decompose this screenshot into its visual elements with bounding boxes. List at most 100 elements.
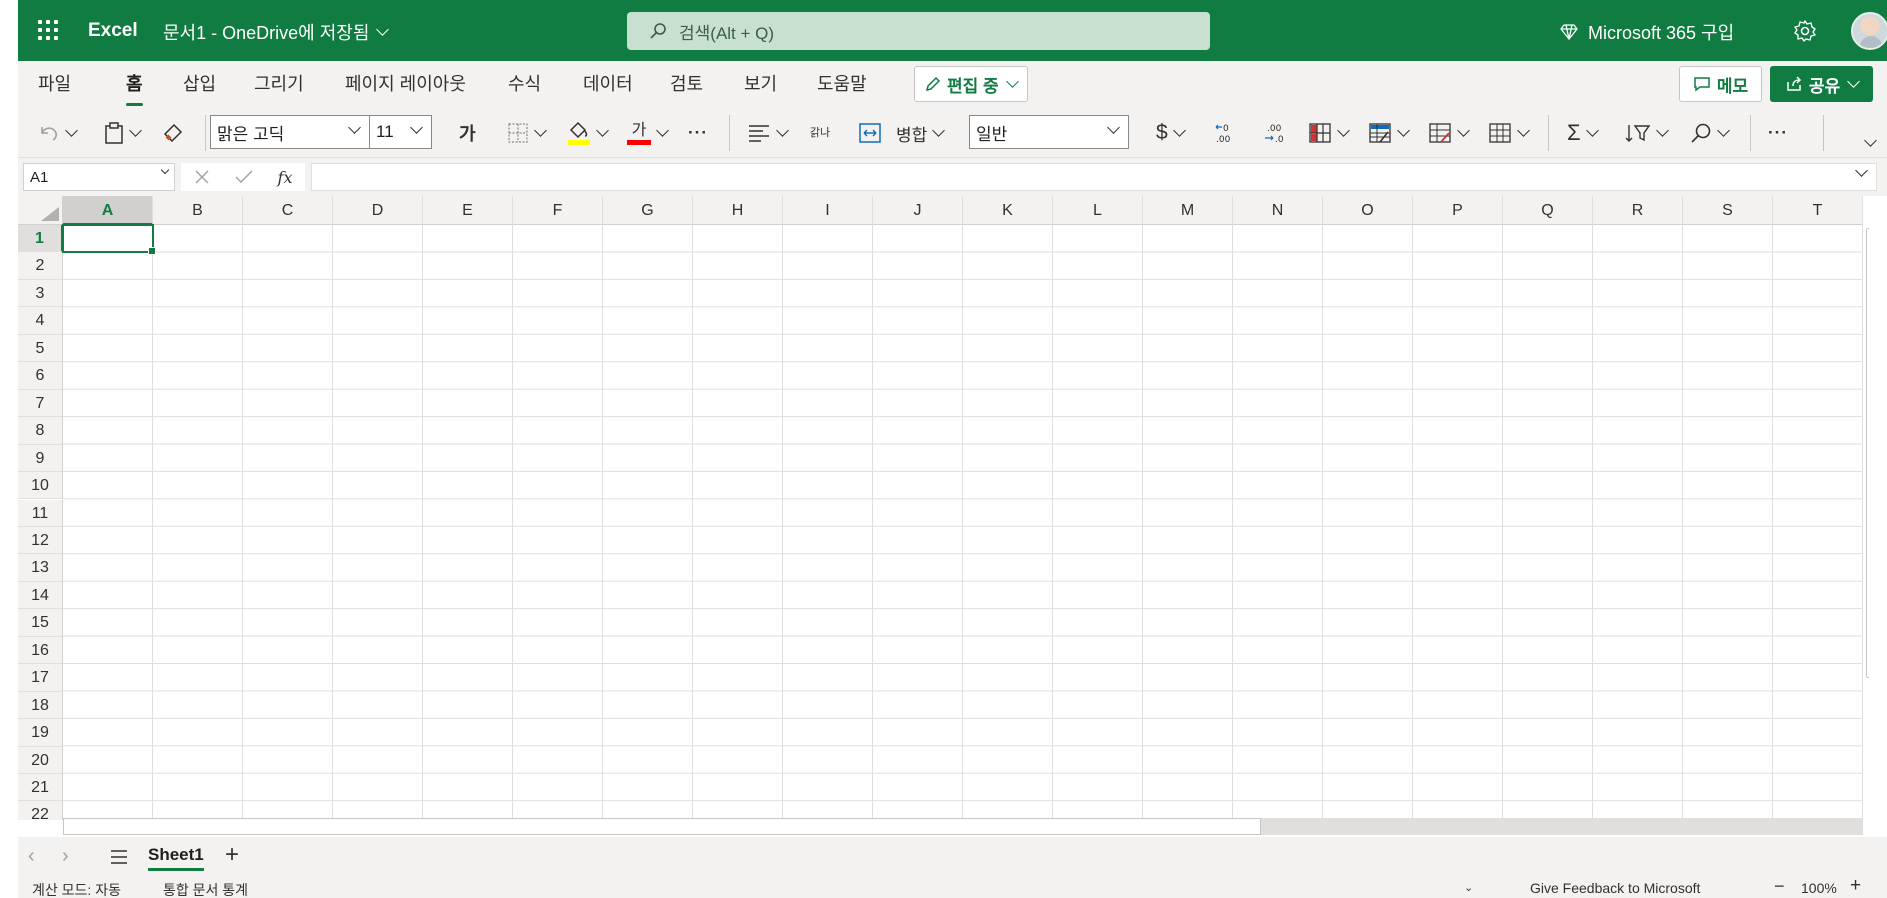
add-sheet-icon[interactable]: + (225, 841, 239, 869)
editing-mode-button[interactable]: 편집 중 (914, 66, 1028, 102)
zoom-level[interactable]: 100% (1801, 880, 1837, 896)
sheet-tab-sheet1[interactable]: Sheet1 (148, 845, 204, 871)
column-header-d[interactable]: D (333, 196, 423, 225)
enter-check-icon[interactable] (235, 169, 253, 185)
row-header-16[interactable]: 16 (18, 636, 63, 665)
undo-button[interactable] (38, 117, 78, 149)
insert-cells-button[interactable] (1488, 117, 1530, 149)
row-header-4[interactable]: 4 (18, 307, 63, 335)
wrap-text-button[interactable]: 갉나 (809, 117, 831, 149)
sort-filter-button[interactable] (1625, 117, 1669, 149)
app-launcher-icon[interactable] (36, 18, 60, 42)
tab-help[interactable]: 도움말 (817, 70, 867, 96)
find-select-button[interactable] (1690, 117, 1730, 149)
microsoft-365-upgrade-link[interactable]: Microsoft 365 구입 (1560, 19, 1734, 45)
row-header-2[interactable]: 2 (18, 252, 63, 280)
share-button[interactable]: 공유 (1770, 66, 1873, 102)
bold-button[interactable]: 가 (459, 117, 476, 149)
format-as-table-button[interactable] (1368, 117, 1410, 149)
column-header-e[interactable]: E (423, 196, 513, 225)
previous-sheet-icon[interactable]: ‹ (28, 845, 35, 868)
cell-area[interactable] (63, 225, 1863, 820)
formula-input[interactable] (311, 163, 1877, 191)
tab-draw[interactable]: 그리기 (254, 70, 304, 96)
row-header-8[interactable]: 8 (18, 417, 63, 445)
number-format-select[interactable]: 일반 (969, 115, 1129, 149)
font-color-button[interactable]: 가 (627, 117, 669, 149)
next-sheet-icon[interactable]: › (62, 845, 69, 868)
tab-data[interactable]: 데이터 (583, 70, 633, 96)
font-size-select[interactable]: 11 (369, 115, 432, 149)
borders-button[interactable] (507, 117, 547, 149)
column-header-j[interactable]: J (873, 196, 963, 225)
paste-button[interactable] (104, 117, 142, 149)
document-title[interactable]: 문서1 - OneDrive에 저장됨 (163, 19, 390, 45)
column-header-l[interactable]: L (1053, 196, 1143, 225)
column-header-g[interactable]: G (603, 196, 693, 225)
row-header-7[interactable]: 7 (18, 389, 63, 418)
chevron-down-icon[interactable]: ⌄ (1464, 881, 1473, 894)
row-header-3[interactable]: 3 (18, 279, 63, 308)
column-header-a[interactable]: A (63, 196, 153, 225)
currency-button[interactable]: $ (1156, 117, 1186, 149)
row-header-20[interactable]: 20 (18, 746, 63, 774)
row-header-1[interactable]: 1 (18, 225, 63, 253)
row-header-5[interactable]: 5 (18, 334, 63, 363)
cancel-icon[interactable] (194, 169, 210, 185)
column-header-b[interactable]: B (153, 196, 243, 225)
horizontal-scrollbar-thumb[interactable] (63, 818, 1261, 835)
cell-styles-button[interactable] (1428, 117, 1470, 149)
expand-ribbon-button[interactable] (1863, 127, 1877, 159)
tab-view[interactable]: 보기 (744, 70, 777, 96)
decrease-decimal-button[interactable]: .00.0 (1263, 117, 1287, 149)
font-name-select[interactable]: 맑은 고딕 (210, 115, 370, 149)
autosum-button[interactable]: Σ (1567, 117, 1599, 149)
row-header-21[interactable]: 21 (18, 774, 63, 802)
tab-insert[interactable]: 삽입 (183, 70, 216, 96)
column-header-q[interactable]: Q (1503, 196, 1593, 225)
row-header-13[interactable]: 13 (18, 554, 63, 582)
row-header-22[interactable]: 22 (18, 801, 63, 820)
vertical-scrollbar-thumb[interactable] (1866, 228, 1869, 678)
tab-review[interactable]: 검토 (670, 70, 703, 96)
column-header-n[interactable]: N (1233, 196, 1323, 225)
more-options-button[interactable]: ··· (1768, 117, 1788, 149)
all-sheets-menu-icon[interactable] (110, 849, 128, 865)
calc-mode-status[interactable]: 계산 모드: 자동 (32, 880, 121, 898)
gear-icon[interactable] (1793, 19, 1817, 43)
search-box[interactable]: 검색(Alt + Q) (627, 12, 1210, 50)
select-all-button[interactable] (18, 196, 63, 225)
column-header-m[interactable]: M (1143, 196, 1233, 225)
row-header-12[interactable]: 12 (18, 526, 63, 555)
row-header-18[interactable]: 18 (18, 691, 63, 720)
comments-button[interactable]: 메모 (1679, 66, 1762, 102)
tab-formulas[interactable]: 수식 (508, 70, 541, 96)
user-avatar[interactable] (1851, 12, 1887, 50)
fill-color-button[interactable] (567, 117, 609, 149)
row-header-10[interactable]: 10 (18, 472, 63, 500)
tab-home[interactable]: 홈 (126, 70, 143, 106)
zoom-in-icon[interactable]: + (1850, 875, 1861, 897)
row-header-14[interactable]: 14 (18, 581, 63, 610)
conditional-formatting-button[interactable] (1308, 117, 1350, 149)
tab-file[interactable]: 파일 (38, 70, 71, 96)
row-header-6[interactable]: 6 (18, 362, 63, 390)
merge-button[interactable]: 병합 (858, 117, 946, 149)
column-header-f[interactable]: F (513, 196, 603, 225)
row-header-19[interactable]: 19 (18, 719, 63, 747)
name-box[interactable]: A1 (23, 163, 175, 191)
align-button[interactable] (747, 117, 789, 149)
app-name[interactable]: Excel (88, 20, 138, 42)
column-header-i[interactable]: I (783, 196, 873, 225)
column-header-o[interactable]: O (1323, 196, 1413, 225)
column-header-p[interactable]: P (1413, 196, 1503, 225)
insert-function-button[interactable]: fx (278, 168, 293, 187)
active-cell-a1[interactable] (62, 224, 156, 255)
format-painter-button[interactable] (162, 117, 184, 149)
column-header-c[interactable]: C (243, 196, 333, 225)
zoom-out-icon[interactable]: − (1774, 876, 1785, 897)
tab-page-layout[interactable]: 페이지 레이아웃 (345, 70, 466, 96)
row-header-11[interactable]: 11 (18, 499, 63, 527)
column-header-k[interactable]: K (963, 196, 1053, 225)
column-header-h[interactable]: H (693, 196, 783, 225)
